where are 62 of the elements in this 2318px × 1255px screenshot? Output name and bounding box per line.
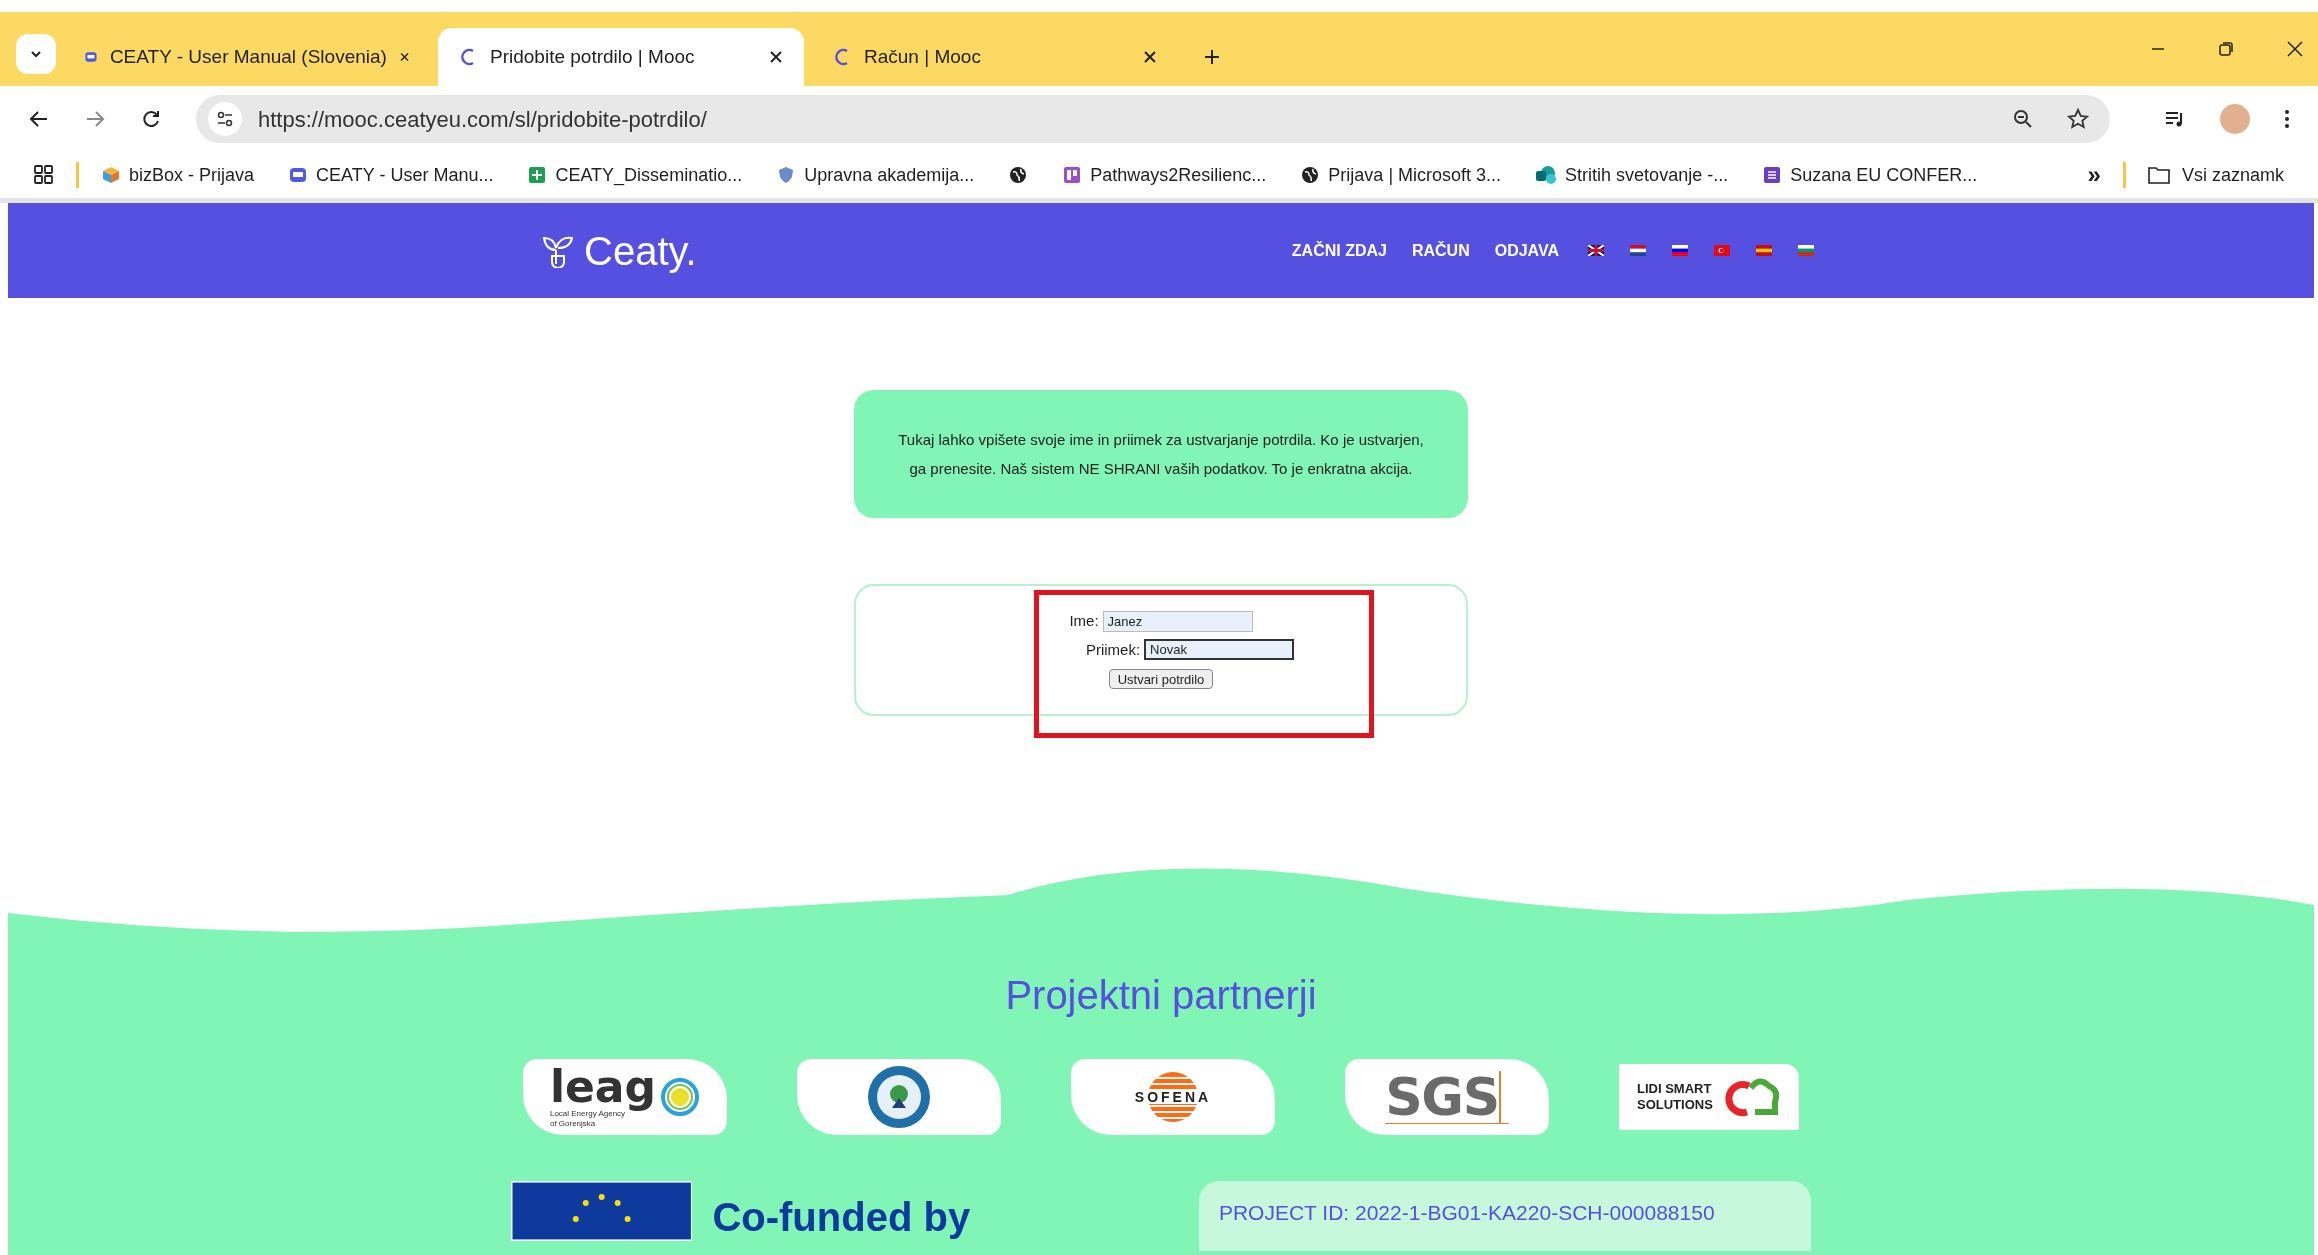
globe-icon bbox=[1300, 165, 1321, 185]
partners-heading: Projektni partnerji bbox=[1005, 975, 1317, 1015]
board-icon bbox=[1062, 165, 1083, 185]
notice-text: Tukaj lahko vpišete svoje ime in priimek za ustvarjanje potrdila. Ko je ustvarjen, ga prenesite. Naš sistem NE SHRANI vaših podatkov. To je enkratna akcija. bbox=[897, 430, 1425, 479]
bookmark-item[interactable]: Prijava | Microsoft 3... bbox=[1300, 161, 1514, 189]
text-input[interactable]: Janez bbox=[1102, 610, 1253, 632]
globe-icon bbox=[1008, 165, 1029, 185]
flag-icon[interactable] bbox=[1588, 245, 1604, 256]
folder-icon bbox=[2147, 166, 2170, 184]
bookmark-item[interactable]: Upravna akademija... bbox=[776, 161, 987, 189]
project-id-text: PROJECT ID: 2022-1-BG01-KA220-SCH-000088150 bbox=[1218, 1201, 1715, 1224]
text-input[interactable]: Novak bbox=[1144, 639, 1295, 661]
cofunded-text: Co-funded by bbox=[712, 1194, 972, 1241]
create-certificate-button[interactable]: Ustvari potrdilo bbox=[1108, 669, 1214, 689]
close-icon[interactable] bbox=[768, 49, 784, 65]
sharepoint-icon bbox=[1535, 165, 1558, 185]
round-emblem-icon bbox=[866, 1064, 932, 1130]
site-logo-text[interactable]: Ceaty. bbox=[584, 230, 697, 271]
close-icon[interactable] bbox=[1142, 49, 1158, 65]
flag-icon[interactable] bbox=[1672, 245, 1688, 256]
close-icon[interactable] bbox=[2286, 40, 2304, 58]
new-tab-icon[interactable] bbox=[1202, 47, 1222, 67]
bookmark-item[interactable]: CEATY - User Manu... bbox=[288, 161, 506, 189]
nav-link[interactable]: RAČUN bbox=[1411, 238, 1470, 263]
logo-subtitle: Local Energy Agency of Gorenjska bbox=[549, 1109, 626, 1129]
zoom-out-icon[interactable] bbox=[2012, 108, 2034, 130]
site-settings-icon[interactable] bbox=[215, 109, 235, 129]
tab-title: CEATY - User Manual (Slovenia) bbox=[109, 44, 387, 69]
address-bar[interactable]: https://mooc.ceatyeu.com/sl/pridobite-potrdilo/ bbox=[196, 95, 2110, 143]
bookmark-item[interactable]: Pathways2Resilienc... bbox=[1062, 161, 1279, 189]
browser-tab[interactable]: Pridobite potrdilo | Mooc bbox=[438, 28, 804, 86]
field-label: Priimek: bbox=[1085, 639, 1141, 660]
tab-title: Račun | Mooc bbox=[864, 44, 982, 69]
browser-tab[interactable]: Račun | Mooc bbox=[812, 28, 1178, 86]
nav-link[interactable]: ZAČNI ZDAJ bbox=[1291, 238, 1387, 263]
flag-icon[interactable] bbox=[1630, 245, 1646, 256]
eu-flag-icon bbox=[511, 1181, 693, 1241]
more-bookmarks-button[interactable]: » bbox=[2087, 157, 2101, 193]
reload-icon[interactable] bbox=[140, 108, 162, 130]
tab-title: Pridobite potrdilo | Mooc bbox=[490, 44, 696, 69]
cube-icon bbox=[101, 165, 121, 185]
spreadsheet-icon bbox=[527, 165, 548, 185]
restore-icon[interactable] bbox=[2218, 41, 2234, 57]
all-bookmarks-item[interactable]: Vsi zaznamk bbox=[2147, 161, 2284, 189]
nav-link[interactable]: ODJAVA bbox=[1494, 238, 1559, 263]
flag-icon[interactable] bbox=[1798, 245, 1814, 256]
bookmark-item[interactable]: bizBox - Prijava bbox=[101, 161, 267, 189]
logo-wordmark: SGS bbox=[1385, 1070, 1499, 1123]
browser-tab[interactable]: CEATY - User Manual (Slovenia) bbox=[64, 28, 430, 86]
logo-wordmark: LIDI SMART SOLUTIONS bbox=[1637, 1080, 1714, 1114]
document-icon bbox=[288, 165, 309, 185]
logo-wordmark: leag bbox=[549, 1065, 657, 1109]
more-menu-icon[interactable] bbox=[2284, 108, 2290, 130]
field-label: Ime: bbox=[1069, 611, 1099, 631]
url-text: https://mooc.ceatyeu.com/sl/pridobite-potrdilo/ bbox=[258, 105, 708, 134]
apps-grid-icon[interactable] bbox=[34, 165, 54, 185]
ring-logo-icon bbox=[660, 1077, 701, 1117]
bookmark-item[interactable]: Stritih svetovanje -... bbox=[1535, 161, 1741, 189]
bookmark-item[interactable]: Suzana EU CONFER... bbox=[1762, 161, 1990, 189]
form-icon bbox=[1762, 165, 1783, 185]
star-icon[interactable] bbox=[2066, 107, 2090, 131]
bookmark-item[interactable]: CEATY_Disseminatio... bbox=[527, 161, 755, 189]
